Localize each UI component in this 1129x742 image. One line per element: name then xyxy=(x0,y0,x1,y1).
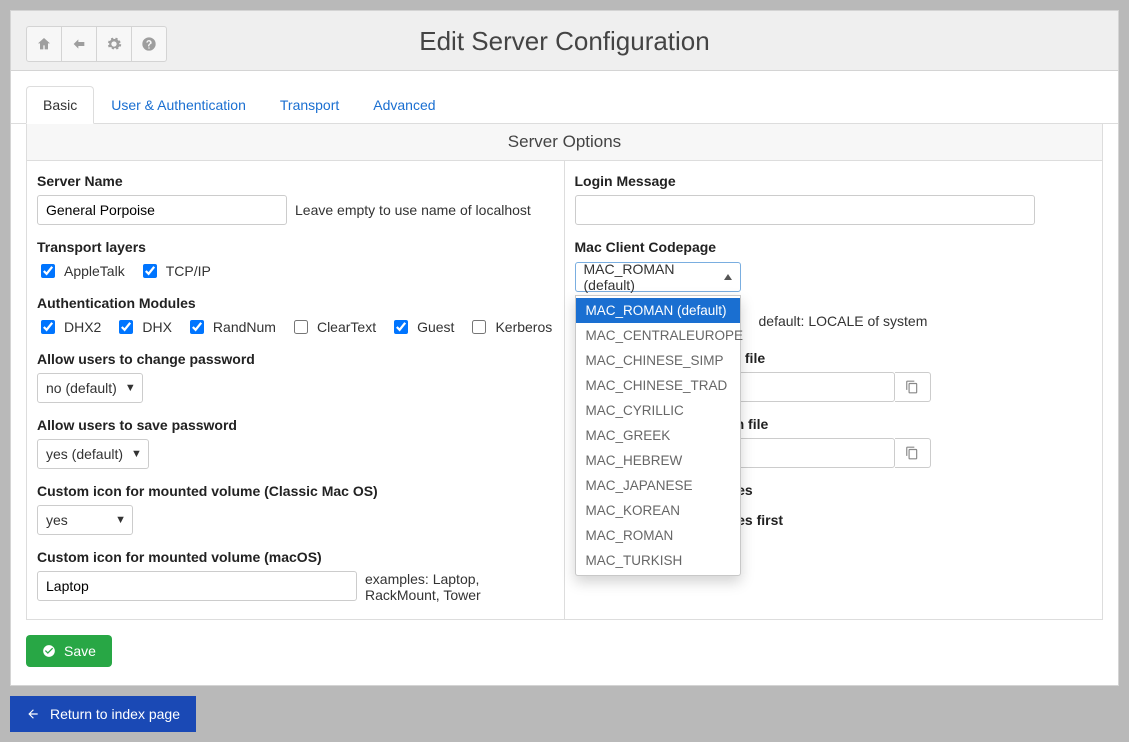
codepage-option[interactable]: MAC_JAPANESE xyxy=(576,473,740,498)
locale-hint: default: LOCALE of system xyxy=(759,313,928,329)
back-icon xyxy=(71,36,87,52)
tabs: Basic User & Authentication Transport Ad… xyxy=(11,77,1118,124)
auth-cleartext[interactable]: ClearText xyxy=(290,317,376,337)
tab-basic[interactable]: Basic xyxy=(26,86,94,124)
server-options-panel: Server Options Server Name Leave empty t… xyxy=(26,124,1103,620)
codepage-option[interactable]: MAC_CHINESE_TRAD xyxy=(576,373,740,398)
left-column: Server Name Leave empty to use name of l… xyxy=(27,161,565,619)
copy-icon xyxy=(905,446,919,460)
codepage-option[interactable]: MAC_CYRILLIC xyxy=(576,398,740,423)
help-icon xyxy=(141,36,157,52)
chevron-down-icon: ▼ xyxy=(131,448,142,460)
icon-macos-input[interactable] xyxy=(37,571,357,601)
server-name-label: Server Name xyxy=(37,173,554,189)
transport-appletalk[interactable]: AppleTalk xyxy=(37,261,125,281)
codepage-label: Mac Client Codepage xyxy=(575,239,1093,255)
save-pw-select[interactable]: yes (default)▼ xyxy=(37,439,149,469)
codepage-option[interactable]: MAC_HEBREW xyxy=(576,448,740,473)
server-name-input[interactable] xyxy=(37,195,287,225)
icon-macos-hint: examples: Laptop, RackMount, Tower xyxy=(365,571,545,603)
login-message-label: Login Message xyxy=(575,173,1093,189)
codepage-option[interactable]: MAC_TURKISH xyxy=(576,548,740,573)
help-button[interactable] xyxy=(131,26,167,62)
icon-classic-label: Custom icon for mounted volume (Classic … xyxy=(37,483,554,499)
change-pw-select[interactable]: no (default)▼ xyxy=(37,373,143,403)
icon-classic-select[interactable]: yes▼ xyxy=(37,505,133,535)
codepage-option[interactable]: MAC_GREEK xyxy=(576,423,740,448)
tab-advanced[interactable]: Advanced xyxy=(356,86,452,124)
save-pw-label: Allow users to save password xyxy=(37,417,554,433)
return-button[interactable]: Return to index page xyxy=(10,696,196,732)
copy-icon xyxy=(905,380,919,394)
settings-button[interactable] xyxy=(96,26,132,62)
panel-title: Server Options xyxy=(27,124,1102,161)
auth-randnum[interactable]: RandNum xyxy=(186,317,276,337)
codepage-option[interactable]: MAC_CHINESE_SIMP xyxy=(576,348,740,373)
codepage-option[interactable]: MAC_KOREAN xyxy=(576,498,740,523)
transport-layers-label: Transport layers xyxy=(37,239,554,255)
tab-user-auth[interactable]: User & Authentication xyxy=(94,86,263,124)
codepage-select[interactable]: MAC_ROMAN (default) xyxy=(575,262,741,292)
gear-icon xyxy=(106,36,122,52)
chevron-down-icon: ▼ xyxy=(115,514,126,526)
login-message-input[interactable] xyxy=(575,195,1035,225)
home-icon xyxy=(36,36,52,52)
les-first-label-partial: les first xyxy=(733,512,783,528)
header-toolbar xyxy=(26,26,167,62)
codepage-option[interactable]: MAC_CENTRALEUROPE xyxy=(576,323,740,348)
chevron-down-icon: ▼ xyxy=(125,382,136,394)
auth-dhx2[interactable]: DHX2 xyxy=(37,317,101,337)
auth-guest[interactable]: Guest xyxy=(390,317,454,337)
auth-kerberos[interactable]: Kerberos xyxy=(468,317,552,337)
change-pw-label: Allow users to change password xyxy=(37,351,554,367)
chevron-up-icon xyxy=(724,274,732,280)
default-file-browse[interactable] xyxy=(895,372,931,402)
codepage-option[interactable]: MAC_ROMAN xyxy=(576,523,740,548)
tab-transport[interactable]: Transport xyxy=(263,86,356,124)
icon-macos-label: Custom icon for mounted volume (macOS) xyxy=(37,549,554,565)
codepage-dropdown: MAC_ROMAN (default) MAC_CENTRALEUROPE MA… xyxy=(575,295,741,576)
page-header: Edit Server Configuration xyxy=(11,11,1118,71)
codepage-option[interactable]: MAC_ROMAN (default) xyxy=(576,298,740,323)
back-button[interactable] xyxy=(61,26,97,62)
transport-tcpip[interactable]: TCP/IP xyxy=(139,261,211,281)
home-button[interactable] xyxy=(26,26,62,62)
save-button[interactable]: Save xyxy=(26,635,112,667)
auth-dhx[interactable]: DHX xyxy=(115,317,172,337)
auth-modules-label: Authentication Modules xyxy=(37,295,554,311)
arrow-left-icon xyxy=(26,707,40,721)
check-circle-icon xyxy=(42,644,56,658)
server-name-hint: Leave empty to use name of localhost xyxy=(295,202,531,218)
em-file-browse[interactable] xyxy=(895,438,931,468)
page-title: Edit Server Configuration xyxy=(21,21,1108,57)
right-column: Login Message Mac Client Codepage MAC_RO… xyxy=(565,161,1103,619)
page: Edit Server Configuration Basic User & A… xyxy=(10,10,1119,686)
